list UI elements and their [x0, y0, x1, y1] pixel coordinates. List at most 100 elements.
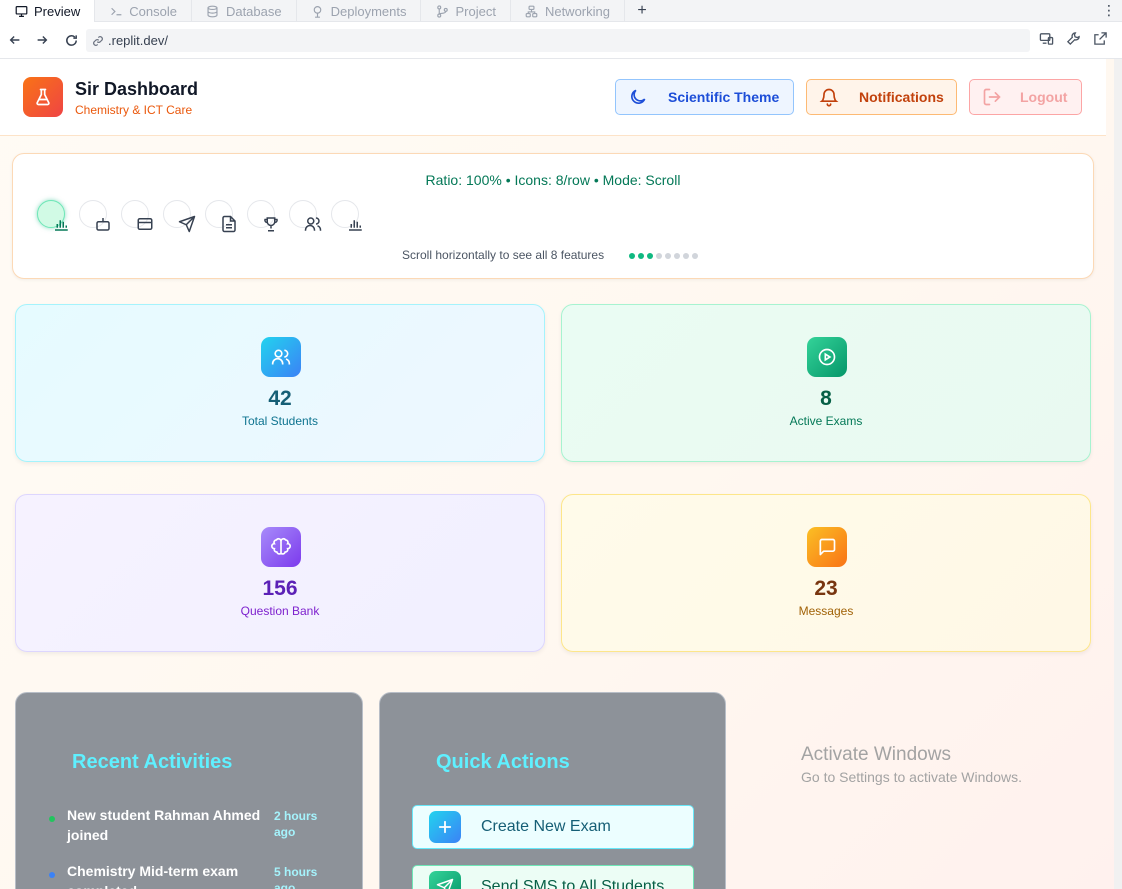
logout-button[interactable]: Logout — [969, 79, 1082, 115]
rocket-icon — [311, 4, 325, 18]
tab-label: Database — [225, 3, 282, 19]
logout-button-label: Logout — [1020, 89, 1068, 105]
send-icon — [177, 214, 197, 234]
play-circle-icon — [807, 337, 847, 377]
feature-analytics[interactable] — [37, 200, 77, 240]
reload-icon[interactable] — [57, 26, 85, 54]
stat-value: 156 — [262, 577, 298, 600]
users-icon — [303, 214, 323, 234]
bar-chart-icon — [345, 214, 365, 234]
bell-icon — [819, 87, 839, 107]
stat-value: 23 — [814, 577, 838, 600]
flask-logo-icon — [23, 77, 63, 117]
plus-icon — [429, 811, 461, 843]
new-tab-button[interactable]: + — [625, 0, 659, 21]
feature-sms[interactable] — [163, 200, 203, 240]
network-icon — [525, 4, 539, 18]
stat-value: 42 — [268, 387, 292, 410]
page-dot[interactable] — [674, 253, 680, 259]
tab-console[interactable]: Console — [95, 0, 192, 22]
feature-rankings[interactable] — [247, 200, 287, 240]
logout-icon — [982, 87, 1002, 107]
recent-activities-panel: Recent Activities New student Rahman Ahm… — [15, 692, 363, 889]
robot-icon — [93, 214, 113, 234]
quick-actions-panel: Quick Actions Create New Exam Send SMS t… — [379, 692, 726, 889]
activity-text: Chemistry Mid-term exam completed — [67, 863, 239, 889]
feature-strip: Ratio: 100% • Icons: 8/row • Mode: Scrol… — [12, 153, 1094, 279]
page-dot[interactable] — [656, 253, 662, 259]
stat-label: Question Bank — [240, 604, 320, 618]
status-dot — [49, 816, 55, 822]
devices-icon[interactable] — [1039, 31, 1054, 51]
send-icon — [429, 871, 461, 889]
stat-label: Total Students — [241, 414, 319, 428]
activity-text: New student Rahman Ahmed joined — [67, 807, 261, 843]
panel-title: Quick Actions — [436, 751, 570, 773]
stat-card-students[interactable]: 42 Total Students — [15, 304, 545, 462]
notifications-button[interactable]: Notifications — [806, 79, 957, 115]
wrench-icon[interactable] — [1066, 31, 1081, 51]
stat-label: Messages — [798, 604, 854, 618]
app-header: Sir Dashboard Chemistry & ICT Care Scien… — [0, 59, 1106, 136]
page-dot[interactable] — [683, 253, 689, 259]
notifications-button-label: Notifications — [859, 89, 944, 105]
terminal-icon — [109, 4, 123, 18]
tab-networking[interactable]: Networking — [511, 0, 625, 22]
send-sms-label: Send SMS to All Students — [481, 878, 665, 889]
address-input[interactable]: .replit.dev/ — [86, 29, 1030, 52]
panel-title: Recent Activities — [72, 751, 233, 773]
watermark-title: Activate Windows — [801, 744, 951, 765]
stat-value: 8 — [820, 387, 832, 410]
workspace-tab-bar: Preview Console Database Deployments Pro… — [0, 0, 1122, 22]
git-branch-icon — [435, 4, 449, 18]
trophy-icon — [261, 214, 281, 234]
activity-time: 2 hours ago — [274, 809, 318, 839]
page-scrollbar[interactable] — [1114, 59, 1122, 889]
tab-label: Deployments — [330, 3, 407, 19]
document-icon — [219, 214, 239, 234]
tab-label: Project — [455, 3, 496, 19]
url-text: .replit.dev/ — [108, 33, 168, 48]
back-icon[interactable] — [1, 26, 29, 54]
feature-icons-row[interactable] — [37, 200, 377, 240]
activation-watermark: Activate Windows Go to Settings to activ… — [801, 744, 1022, 785]
feature-ai-assistant[interactable] — [79, 200, 119, 240]
feature-payments[interactable] — [121, 200, 161, 240]
page-dot[interactable] — [638, 253, 644, 259]
open-external-icon[interactable] — [1093, 31, 1108, 51]
status-dot — [49, 872, 55, 878]
create-exam-label: Create New Exam — [481, 818, 611, 835]
feature-documents[interactable] — [205, 200, 245, 240]
feature-ratio-text: Ratio: 100% • Icons: 8/row • Mode: Scrol… — [425, 172, 681, 188]
tab-label: Console — [129, 3, 177, 19]
send-sms-button[interactable]: Send SMS to All Students — [412, 865, 694, 889]
database-icon — [206, 4, 220, 18]
theme-button-label: Scientific Theme — [668, 89, 780, 105]
create-exam-button[interactable]: Create New Exam — [412, 805, 694, 849]
page-dot[interactable] — [692, 253, 698, 259]
page-dot[interactable] — [647, 253, 653, 259]
tab-project[interactable]: Project — [421, 0, 511, 22]
stat-label: Active Exams — [789, 414, 863, 428]
credit-card-icon — [135, 214, 155, 234]
feature-students[interactable] — [289, 200, 329, 240]
url-tools — [1039, 31, 1108, 51]
scientific-theme-button[interactable]: Scientific Theme — [615, 79, 794, 115]
tab-deployments[interactable]: Deployments — [297, 0, 422, 22]
activity-time: 5 hours ago — [274, 865, 318, 889]
message-icon — [807, 527, 847, 567]
stat-card-messages[interactable]: 23 Messages — [561, 494, 1091, 652]
scroll-hint: Scroll horizontally to see all 8 feature… — [402, 248, 605, 262]
tab-database[interactable]: Database — [192, 0, 297, 22]
tab-preview[interactable]: Preview — [0, 0, 96, 22]
feature-reports[interactable] — [331, 200, 371, 240]
more-menu-icon[interactable]: ⋮ — [1096, 0, 1122, 21]
moon-icon — [628, 87, 648, 107]
brain-icon — [261, 527, 301, 567]
stat-card-exams[interactable]: 8 Active Exams — [561, 304, 1091, 462]
forward-icon[interactable] — [28, 26, 56, 54]
page-dot[interactable] — [629, 253, 635, 259]
tab-label: Networking — [544, 3, 610, 19]
page-dot[interactable] — [665, 253, 671, 259]
stat-card-question-bank[interactable]: 156 Question Bank — [15, 494, 545, 652]
